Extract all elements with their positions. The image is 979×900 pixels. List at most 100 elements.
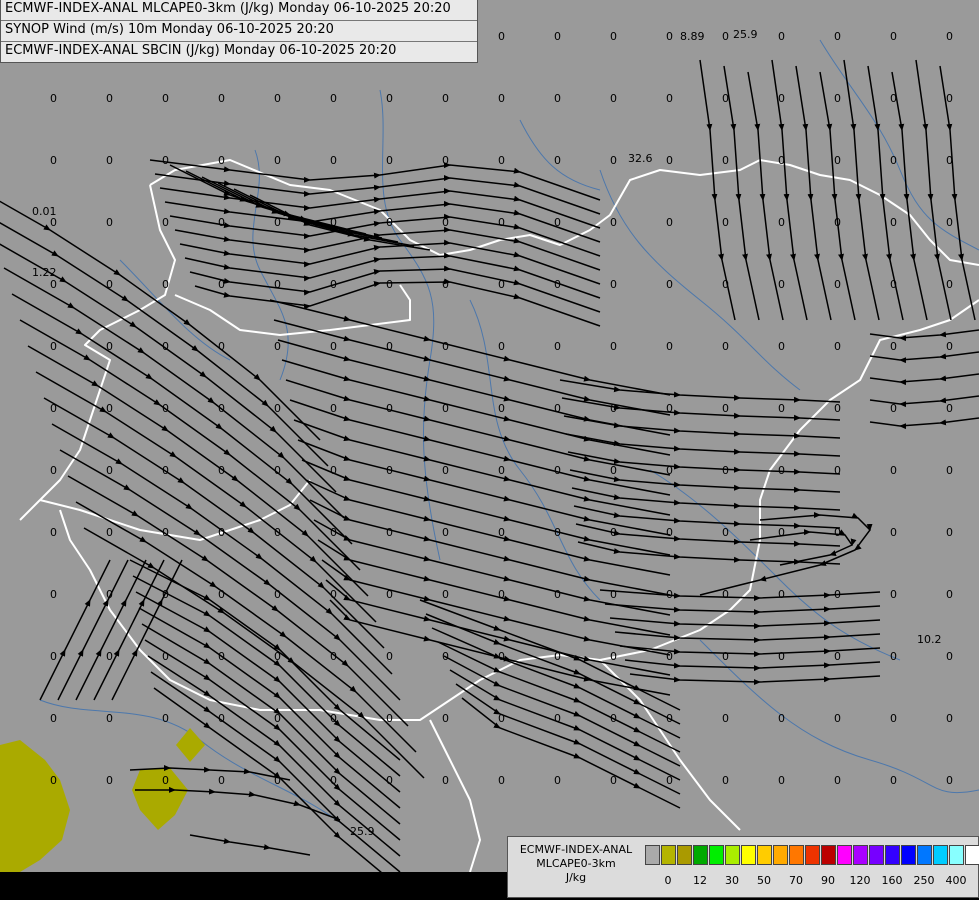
- map-zero-label: 0: [218, 712, 225, 725]
- streamline: [39, 559, 111, 701]
- map-zero-label: 0: [386, 92, 393, 105]
- map-zero-label: 0: [386, 588, 393, 601]
- map-zero-label: 0: [778, 278, 785, 291]
- map-zero-label: 0: [498, 650, 505, 663]
- map-value-label: 8.89: [680, 30, 705, 43]
- map-zero-label: 0: [610, 340, 617, 353]
- map-zero-label: 0: [162, 774, 169, 787]
- map-zero-label: 0: [498, 340, 505, 353]
- map-zero-label: 0: [498, 30, 505, 43]
- map-zero-label: 0: [274, 92, 281, 105]
- map-zero-label: 0: [834, 402, 841, 415]
- map-zero-label: 0: [890, 526, 897, 539]
- streamline: [891, 71, 928, 321]
- map-zero-label: 0: [890, 712, 897, 725]
- map-zero-label: 0: [162, 650, 169, 663]
- map-zero-label: 0: [218, 402, 225, 415]
- map-zero-label: 0: [666, 588, 673, 601]
- map-zero-label: 0: [778, 650, 785, 663]
- map-zero-label: 0: [834, 712, 841, 725]
- map-zero-label: 0: [106, 216, 113, 229]
- map-zero-label: 0: [442, 464, 449, 477]
- streamline: [869, 417, 979, 430]
- map-zero-label: 0: [778, 774, 785, 787]
- legend-swatch: [821, 845, 836, 865]
- map-zero-label: 0: [106, 278, 113, 291]
- map-zero-label: 0: [946, 30, 953, 43]
- map-zero-label: 0: [890, 650, 897, 663]
- map-zero-label: 0: [274, 712, 281, 725]
- legend-swatch: [885, 845, 900, 865]
- map-zero-label: 0: [162, 464, 169, 477]
- map-zero-label: 0: [442, 526, 449, 539]
- map-zero-label: 0: [106, 526, 113, 539]
- legend-title-line1: ECMWF-INDEX-ANAL: [519, 843, 633, 856]
- map-zero-label: 0: [554, 712, 561, 725]
- map-zero-label: 0: [610, 402, 617, 415]
- map-zero-label: 0: [666, 526, 673, 539]
- map-zero-label: 0: [162, 340, 169, 353]
- streamline: [159, 187, 601, 229]
- map-zero-label: 0: [386, 340, 393, 353]
- map-zero-label: 0: [946, 588, 953, 601]
- map-zero-label: 0: [778, 588, 785, 601]
- map-zero-label: 0: [722, 278, 729, 291]
- map-zero-label: 0: [330, 278, 337, 291]
- map-zero-label: 0: [666, 154, 673, 167]
- map-zero-label: 0: [330, 216, 337, 229]
- streamline: [609, 617, 881, 630]
- weather-map[interactable]: 8.89 25.9 32.6 0.01 1.22 10.2 25.9 0 0 0 0 0 0 0 0 0 0 0 0…: [0, 0, 979, 900]
- streamline: [559, 379, 841, 403]
- wind-streamlines: [0, 59, 979, 889]
- map-zero-label: 0: [162, 712, 169, 725]
- map-zero-label: 0: [386, 650, 393, 663]
- map-zero-label: 0: [834, 588, 841, 601]
- map-zero-label: 0: [722, 402, 729, 415]
- map-zero-label: 0: [666, 402, 673, 415]
- legend-swatch: [661, 845, 676, 865]
- map-zero-label: 0: [722, 588, 729, 601]
- map-zero-label: 0: [498, 278, 505, 291]
- map-zero-label: 0: [330, 92, 337, 105]
- legend-swatch: [725, 845, 740, 865]
- map-zero-label: 0: [386, 464, 393, 477]
- legend-swatch: [741, 845, 756, 865]
- title-line-synop-wind: SYNOP Wind (m/s) 10m Monday 06-10-2025 2…: [1, 21, 477, 42]
- map-zero-label: 0: [722, 216, 729, 229]
- streamline: [75, 501, 417, 753]
- map-zero-label: 0: [50, 216, 57, 229]
- streamline: [565, 433, 841, 457]
- map-zero-label: 0: [442, 588, 449, 601]
- legend-ticks: 0 12 30 50 70 90 120 160 250 400: [645, 874, 975, 888]
- legend-tick-label: 70: [789, 874, 803, 887]
- streamline: [561, 397, 841, 421]
- legend-tick-label: 30: [725, 874, 739, 887]
- map-zero-label: 0: [442, 774, 449, 787]
- title-line-sbcin: ECMWF-INDEX-ANAL SBCIN (J/kg) Monday 06-…: [5, 43, 397, 58]
- map-zero-label: 0: [610, 278, 617, 291]
- map-title-box: ECMWF-INDEX-ANAL MLCAPE0-3km (J/kg) Mond…: [0, 0, 478, 63]
- map-zero-label: 0: [442, 92, 449, 105]
- map-zero-label: 0: [554, 340, 561, 353]
- map-zero-label: 0: [274, 216, 281, 229]
- map-zero-label: 0: [666, 92, 673, 105]
- streamline: [614, 631, 881, 644]
- legend-swatch: [757, 845, 772, 865]
- map-zero-label: 0: [498, 216, 505, 229]
- streamline: [321, 559, 671, 656]
- map-zero-label: 0: [50, 402, 57, 415]
- map-zero-label: 0: [106, 154, 113, 167]
- map-zero-label: 0: [554, 278, 561, 291]
- streamline: [869, 395, 979, 408]
- map-zero-label: 0: [106, 340, 113, 353]
- legend-swatch: [853, 845, 868, 865]
- map-zero-label: 0: [498, 774, 505, 787]
- color-legend: ECMWF-INDEX-ANAL MLCAPE0-3km J/kg 0 12 30 5…: [507, 836, 979, 898]
- legend-swatches: [645, 845, 979, 865]
- map-zero-label: 0: [330, 588, 337, 601]
- map-zero-label: 0: [386, 402, 393, 415]
- legend-swatch: [965, 845, 979, 865]
- map-zero-label: 0: [722, 30, 729, 43]
- map-zero-label: 0: [778, 402, 785, 415]
- map-zero-label: 0: [890, 92, 897, 105]
